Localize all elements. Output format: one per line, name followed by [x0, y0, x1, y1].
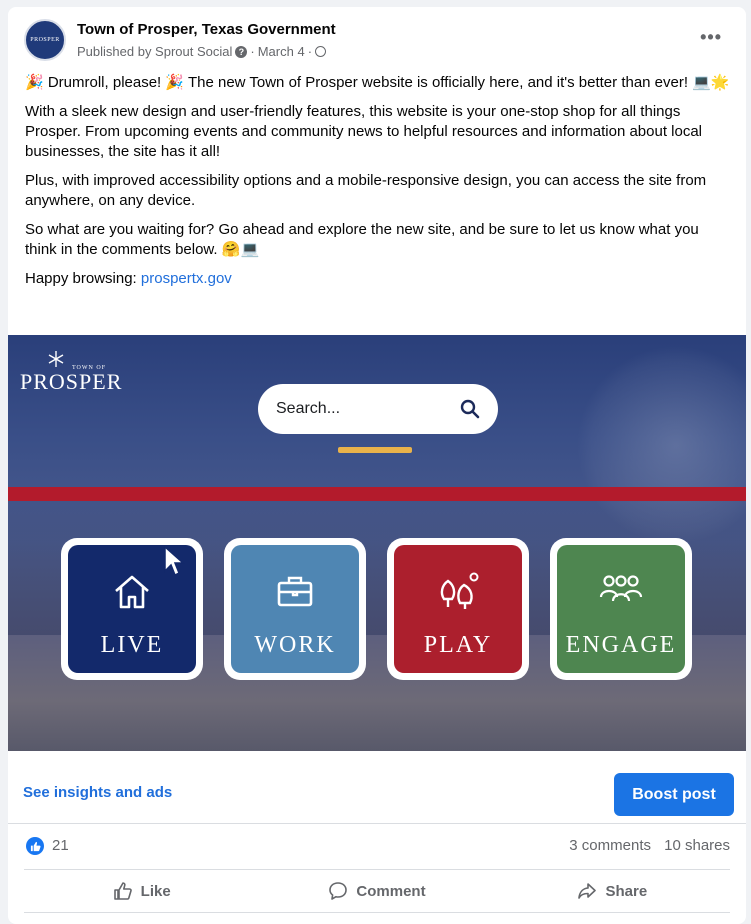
published-by: Published by Sprout Social: [77, 44, 233, 59]
cursor-icon: [164, 545, 185, 577]
search-placeholder: Search...: [276, 400, 341, 417]
post-paragraph-link: Happy browsing: prospertx.gov: [25, 269, 731, 289]
tile-play-inner: PLAY: [394, 545, 522, 673]
windmill-icon: [48, 351, 64, 367]
shares-count[interactable]: 10 shares: [664, 837, 730, 854]
post-meta: Published by Sprout Social ? · March 4 ·: [77, 44, 327, 59]
tile-label: ENGAGE: [565, 632, 677, 658]
page-avatar[interactable]: PROSPER: [24, 19, 66, 61]
like-reaction-icon[interactable]: [26, 837, 44, 855]
logo-small-text: TOWN OF: [72, 365, 107, 371]
meta-separator: ·: [307, 44, 313, 59]
avatar-text: PROSPER: [30, 37, 60, 43]
briefcase-icon: [277, 576, 313, 607]
comment-label: Comment: [356, 882, 426, 900]
comment-button[interactable]: Comment: [259, 870, 494, 912]
post-card: PROSPER Town of Prosper, Texas Governmen…: [8, 7, 746, 924]
search-icon: [460, 399, 480, 419]
link-prefix: Happy browsing:: [25, 270, 141, 287]
tile-label: WORK: [254, 632, 336, 658]
post-paragraph: Plus, with improved accessibility option…: [25, 172, 707, 209]
tile-engage-inner: ENGAGE: [557, 545, 685, 673]
share-label: Share: [605, 882, 648, 900]
home-icon: [115, 575, 149, 609]
post-text: 🎉 Drumroll, please! 🎉 The new Town of Pr…: [25, 73, 731, 298]
tile-label: LIVE: [100, 632, 164, 658]
tile-engage: ENGAGE: [550, 538, 692, 680]
comments-count[interactable]: 3 comments: [569, 837, 651, 854]
more-options-button[interactable]: •••: [700, 27, 722, 48]
post-header: PROSPER Town of Prosper, Texas Governmen…: [8, 7, 746, 69]
share-button[interactable]: Share: [495, 870, 730, 912]
question-icon[interactable]: ?: [235, 45, 248, 58]
post-date[interactable]: March 4: [258, 44, 305, 59]
site-search-bar: Search...: [258, 384, 498, 434]
post-actions-bar: Like Comment Share: [24, 869, 730, 913]
tile-play: PLAY: [387, 538, 529, 680]
like-button[interactable]: Like: [24, 870, 259, 912]
tile-work: WORK: [224, 538, 366, 680]
page-name[interactable]: Town of Prosper, Texas Government: [77, 21, 336, 38]
post-admin-bar: See insights and ads Boost post: [8, 751, 746, 824]
post-image[interactable]: TOWN OF PROSPER Search... LIVE WORK PLAY…: [8, 335, 746, 751]
site-logo: TOWN OF PROSPER: [20, 365, 123, 395]
meta-separator: ·: [250, 44, 255, 59]
website-link[interactable]: prospertx.gov: [141, 270, 232, 287]
share-icon: [578, 883, 597, 899]
post-paragraph: So what are you waiting for? Go ahead an…: [25, 221, 699, 258]
post-paragraph: 🎉 Drumroll, please! 🎉 The new Town of Pr…: [25, 74, 730, 91]
like-label: Like: [140, 882, 171, 900]
red-stripe: [8, 487, 746, 501]
logo-text: PROSPER: [20, 369, 123, 394]
post-paragraph: With a sleek new design and user-friendl…: [25, 103, 703, 160]
accent-bar: [338, 447, 412, 453]
tile-work-inner: WORK: [231, 545, 359, 673]
tile-label: PLAY: [423, 632, 493, 658]
trees-icon: [440, 572, 479, 609]
like-count[interactable]: 21: [52, 837, 69, 854]
reaction-stats: 21 3 comments 10 shares: [8, 823, 746, 869]
thumbs-up-icon: [113, 882, 132, 900]
comment-icon: [329, 882, 348, 900]
see-insights-link[interactable]: See insights and ads: [23, 784, 172, 801]
people-icon: [599, 575, 643, 602]
boost-post-button[interactable]: Boost post: [614, 773, 734, 816]
globe-icon: [315, 46, 327, 57]
